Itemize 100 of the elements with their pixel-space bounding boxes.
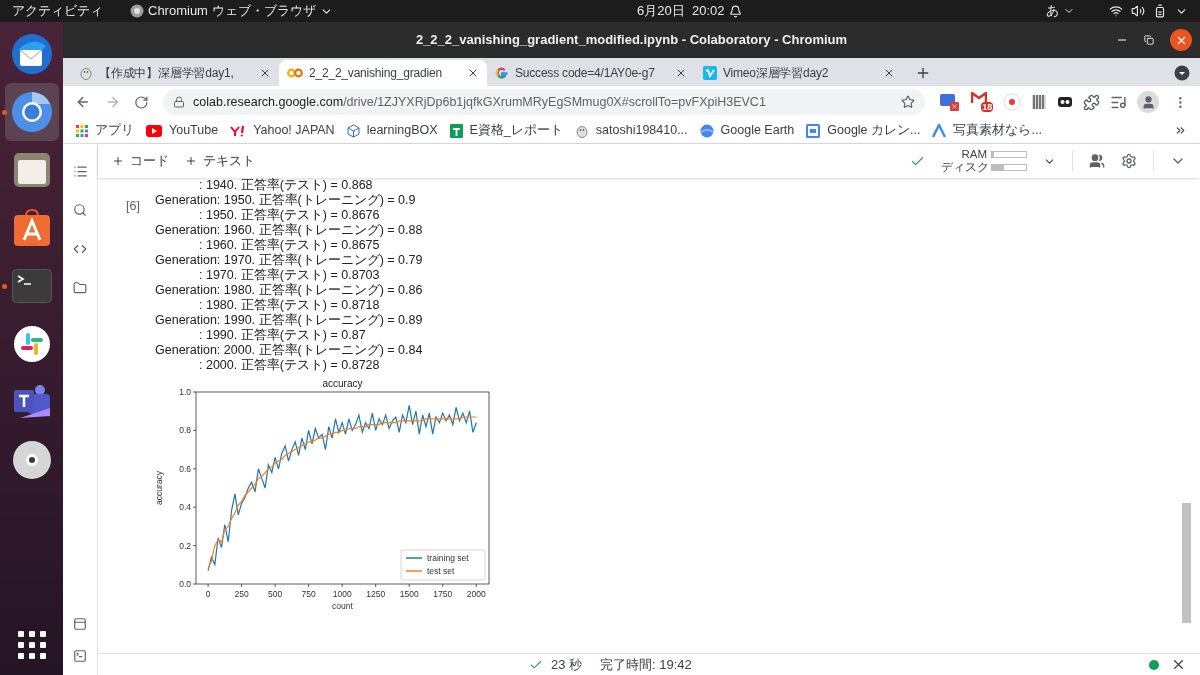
shopping-bag-icon [11,208,52,248]
y-tick-label: 0.2 [179,540,192,551]
add-cell-button[interactable]: テキスト [185,151,255,171]
new-tab-icon[interactable] [915,65,931,81]
bookmark[interactable]: 写真素材なら... [932,121,1042,140]
terminal-icon[interactable] [73,649,87,663]
reload-icon[interactable] [134,94,150,110]
activities-button[interactable]: アクティビティ [12,1,130,21]
table-of-contents-icon[interactable] [72,164,88,179]
x-tick: 750 [301,583,316,599]
output-line: Generation: 2000. 正答率(トレーニング) = 0.84 [155,343,423,358]
bookmark[interactable]: Google Earth [699,121,795,140]
x-tick: 0 [205,583,211,599]
close-icon[interactable] [675,67,687,79]
bookmark[interactable]: アプリ [76,121,134,140]
y-tick: 0.8 [179,425,197,436]
legend-label: test set [427,566,456,576]
x-tick-label: 1500 [399,589,419,599]
extensions-icon[interactable] [1083,93,1101,111]
x-tick: 1000 [332,583,352,599]
wifi-icon[interactable] [1109,4,1123,18]
peak-logo-icon [932,123,947,138]
y-tick-label: 0.8 [179,425,192,436]
code-icon[interactable] [73,242,87,256]
lock-icon [173,96,186,108]
battery-icon[interactable] [1153,4,1167,18]
window-title: 2_2_2_vanishing_gradient_modified.ipynb - Colaboratory - Chromium [415,31,848,50]
app-menu[interactable]: Chromium ウェブ・ブラウザ [130,1,333,21]
dock-item[interactable] [4,83,59,141]
bell-icon [728,4,742,18]
x-tick: 1250 [366,583,386,599]
x-tick: 500 [268,583,283,599]
x-tick-label: 1000 [332,589,352,599]
cell-execution-count: [6] [126,199,140,213]
address-bar[interactable]: colab.research.google.com/drive/1ZJYXRjDp6b1jqfkGXrumMRyEgSMmug0X#scrollTo=pvFXpiH3EVC1 [163,89,926,115]
close-icon[interactable] [259,67,271,79]
calendar-icon [806,123,821,138]
x-axis-label: count [332,601,353,611]
tomato-icon[interactable] [1057,94,1074,110]
legend-label: training set [427,553,470,563]
add-cell-button[interactable]: コード [112,151,169,171]
browser-tab[interactable]: 2_2_2_vanishing_gradien [279,60,487,86]
tab-search-icon[interactable] [1174,65,1190,81]
browser-tab[interactable]: 【作成中】深層学習day1, [71,60,279,86]
x-tick: 1500 [399,583,419,599]
penguin-icon [574,123,589,138]
search-icon[interactable] [73,203,87,217]
x-tick-label: 250 [234,589,249,599]
folder-icon[interactable] [73,281,87,295]
scrollbar-thumb[interactable] [1182,503,1191,623]
output-line: : 1970. 正答率(テスト) = 0.8703 [198,268,381,283]
bookmark[interactable]: satoshi198410... [574,121,688,140]
record-icon[interactable] [1003,93,1022,111]
share-icon[interactable] [1089,153,1105,169]
more-bookmarks-icon[interactable] [1174,124,1187,137]
back-icon[interactable] [75,94,91,110]
output-line: : 1990. 正答率(テスト) = 0.87 [198,328,367,343]
y-tick: 0.6 [179,463,197,474]
output-line: Generation: 1990. 正答率(トレーニング) = 0.89 [155,313,423,328]
output-line: Generation: 1960. 正答率(トレーニング) = 0.88 [155,223,423,238]
settings-icon[interactable] [1121,153,1137,169]
y-tick: 0.0 [179,579,197,589]
bookmark[interactable]: Yahoo! JAPAN [230,121,335,140]
video-logo-icon [703,66,717,80]
app-grid-icon[interactable] [17,631,46,659]
y-tick: 1.0 [179,387,197,397]
bookmark[interactable]: YouTube [146,121,219,140]
profile-avatar[interactable] [1137,91,1160,113]
terminal-icon [11,269,52,303]
x-tick-label: 0 [205,589,211,599]
bookmark[interactable]: Google カレン... [806,121,921,140]
close-button[interactable] [1170,29,1192,51]
output-line: : 2000. 正答率(テスト) = 0.8728 [198,358,381,373]
input-method-menu[interactable]: あ [1046,1,1075,21]
restore-icon[interactable] [1144,35,1154,45]
close-icon[interactable] [883,67,895,79]
browser-tab[interactable]: Success code=4/1AY0e-g7 [487,60,695,86]
clock[interactable]: 6月20日 20:02 [637,1,742,21]
browser-icon [9,90,54,134]
mail-extension-button[interactable]: 18 [971,92,994,112]
close-icon[interactable] [467,67,479,79]
volume-icon[interactable] [1131,4,1145,18]
x-tick-label: 1250 [366,589,386,599]
tab-title: Success code=4/1AY0e-g7 [515,65,656,82]
output-line: Generation: 1950. 正答率(トレーニング) = 0.9 [155,193,417,208]
screen-badge-icon[interactable] [939,92,962,112]
close-icon[interactable] [1171,657,1186,672]
chart-title: accuracy [322,378,363,389]
output-line: Generation: 1970. 正答率(トレーニング) = 0.79 [155,253,423,268]
browser-tab[interactable]: Vimeo深層学習day2 [695,60,903,86]
disc-icon [11,440,52,480]
completion-time: 完了時間: 19:42 [600,655,692,674]
bookmark-star-icon[interactable] [901,95,916,109]
bookmark[interactable]: learningBOX [346,121,438,140]
barcode-icon[interactable] [1031,94,1048,110]
plus-icon [185,155,197,167]
resource-label: ディスク [941,161,987,174]
legend-entry: test set [405,566,455,576]
bookmark[interactable]: E資格_レポート [449,121,563,140]
tab-title: 【作成中】深層学習day1, [99,65,235,82]
